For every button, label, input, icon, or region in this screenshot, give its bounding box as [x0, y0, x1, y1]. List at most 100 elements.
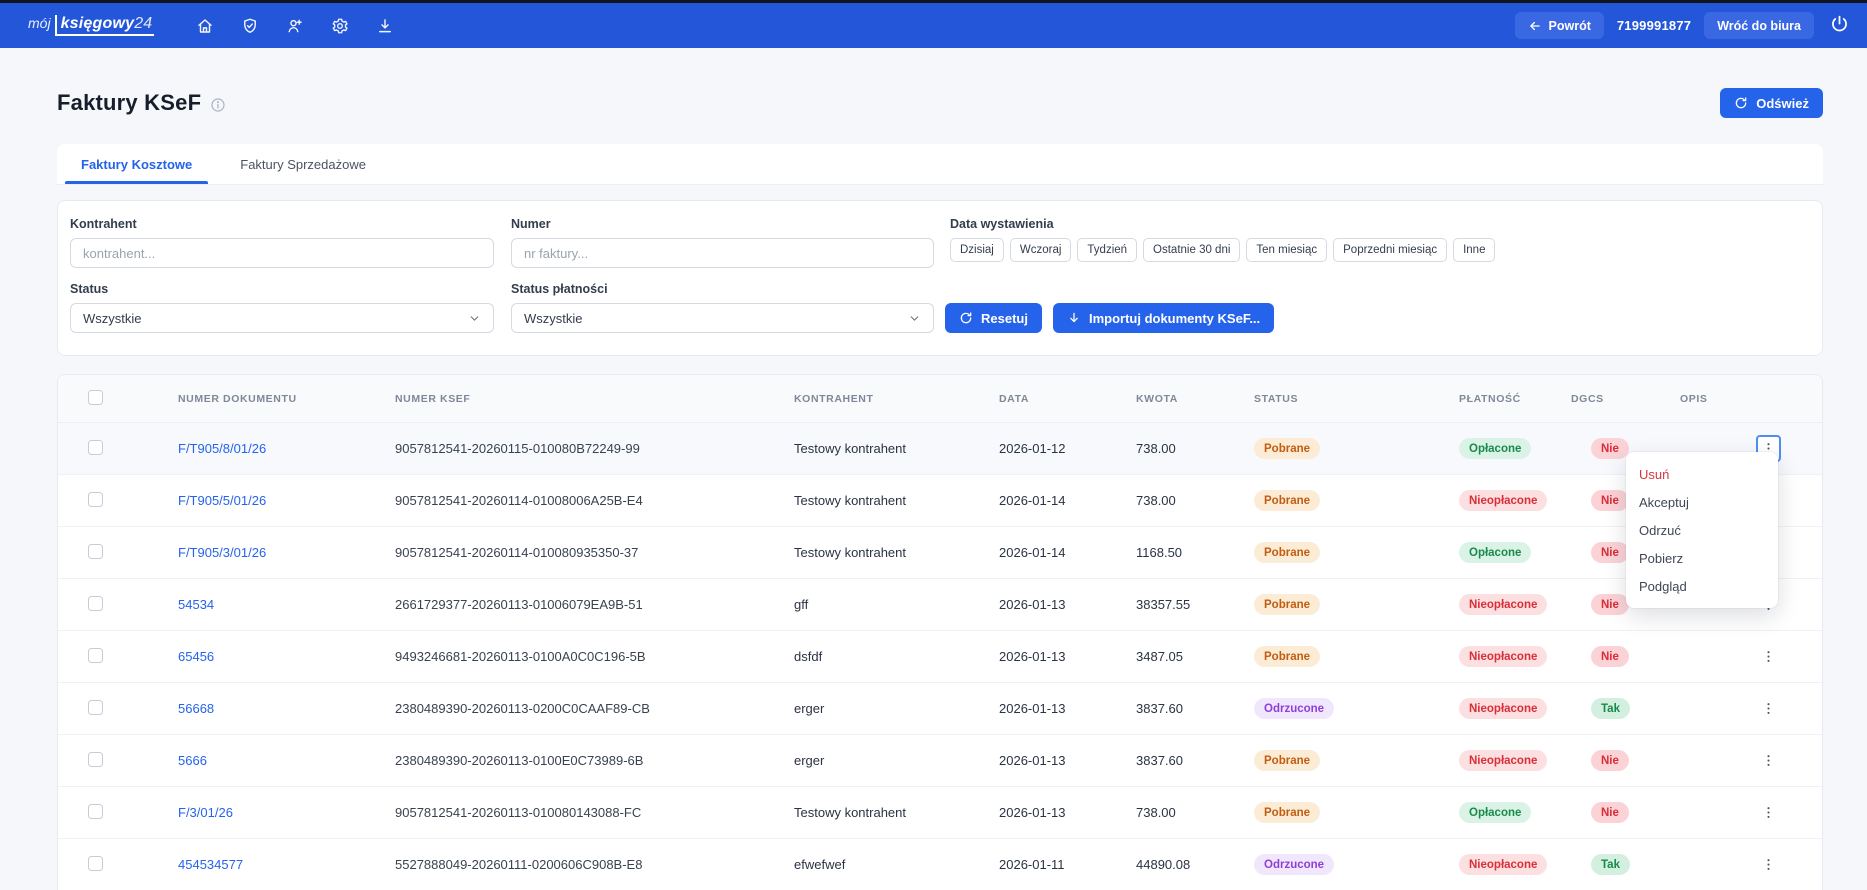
- status-badge: Pobrane: [1254, 750, 1320, 771]
- power-icon[interactable]: [1829, 14, 1853, 38]
- dgcs-badge: Nie: [1591, 542, 1629, 563]
- row-checkbox[interactable]: [88, 440, 103, 455]
- row-checkbox[interactable]: [88, 492, 103, 507]
- ksef-number: 9057812541-20260114-010080935350-37: [395, 545, 794, 560]
- reset-button[interactable]: Resetuj: [945, 303, 1042, 333]
- table-row: 56668 2380489390-20260113-0200C0CAAF89-C…: [58, 683, 1822, 735]
- document-number-link[interactable]: F/T905/3/01/26: [178, 545, 266, 560]
- ksef-number: 9057812541-20260114-01008006A25B-E4: [395, 493, 794, 508]
- date-cell: 2026-01-13: [999, 597, 1136, 612]
- menu-item-odrzu-[interactable]: Odrzuć: [1626, 516, 1778, 544]
- col-platnosc: PŁATNOŚĆ: [1459, 393, 1571, 405]
- document-number-link[interactable]: 54534: [178, 597, 214, 612]
- row-actions-kebab[interactable]: [1756, 695, 1781, 722]
- date-chip[interactable]: Wczoraj: [1010, 238, 1072, 262]
- date-cell: 2026-01-13: [999, 805, 1136, 820]
- col-kwota: KWOTA: [1136, 393, 1254, 405]
- document-number-link[interactable]: F/T905/5/01/26: [178, 493, 266, 508]
- refresh-icon: [1734, 96, 1748, 110]
- app-logo[interactable]: mójksięgowy24: [28, 15, 154, 36]
- kebab-icon: [1761, 753, 1776, 768]
- date-chip[interactable]: Inne: [1453, 238, 1495, 262]
- date-chip[interactable]: Ten miesiąc: [1246, 238, 1327, 262]
- table-row: F/T905/5/01/26 9057812541-20260114-01008…: [58, 475, 1822, 527]
- import-ksef-button[interactable]: Importuj dokumenty KSeF...: [1053, 303, 1274, 333]
- status-badge: Pobrane: [1254, 542, 1320, 563]
- user-plus-icon[interactable]: [280, 11, 310, 41]
- menu-item-podgl-d[interactable]: Podgląd: [1626, 572, 1778, 600]
- date-chip[interactable]: Tydzień: [1077, 238, 1137, 262]
- row-actions-kebab[interactable]: [1756, 851, 1781, 878]
- return-to-office-button[interactable]: Wróć do biura: [1704, 12, 1814, 39]
- row-checkbox[interactable]: [88, 544, 103, 559]
- status-select[interactable]: Wszystkie: [70, 303, 494, 333]
- row-actions-kebab[interactable]: [1756, 643, 1781, 670]
- col-numer-ksef: NUMER KSEF: [395, 393, 794, 405]
- ksef-number: 9057812541-20260113-010080143088-FC: [395, 805, 794, 820]
- kontrahent-cell: gff: [794, 597, 999, 612]
- numer-label: Numer: [511, 217, 934, 231]
- row-checkbox[interactable]: [88, 804, 103, 819]
- row-actions-kebab[interactable]: [1756, 799, 1781, 826]
- status-badge: Pobrane: [1254, 438, 1320, 459]
- date-chip[interactable]: Poprzedni miesiąc: [1333, 238, 1447, 262]
- payment-status-select[interactable]: Wszystkie: [511, 303, 934, 333]
- date-chip[interactable]: Ostatnie 30 dni: [1143, 238, 1240, 262]
- download-icon[interactable]: [370, 11, 400, 41]
- refresh-button[interactable]: Odśwież: [1720, 88, 1823, 118]
- amount-cell: 3487.05: [1136, 649, 1254, 664]
- kontrahent-input[interactable]: [70, 238, 494, 268]
- navbar-icon-group: [190, 11, 400, 41]
- date-issued-label: Data wystawienia: [950, 217, 1495, 231]
- kontrahent-cell: Testowy kontrahent: [794, 805, 999, 820]
- kontrahent-cell: Testowy kontrahent: [794, 441, 999, 456]
- payment-badge: Opłacone: [1459, 542, 1531, 563]
- row-checkbox[interactable]: [88, 752, 103, 767]
- dgcs-badge: Tak: [1591, 854, 1630, 875]
- menu-item-akceptuj[interactable]: Akceptuj: [1626, 488, 1778, 516]
- row-checkbox[interactable]: [88, 648, 103, 663]
- row-actions-kebab[interactable]: [1756, 747, 1781, 774]
- numer-input[interactable]: [511, 238, 934, 268]
- dgcs-badge: Tak: [1591, 698, 1630, 719]
- date-cell: 2026-01-13: [999, 649, 1136, 664]
- document-number-link[interactable]: 65456: [178, 649, 214, 664]
- payment-badge: Nieopłacone: [1459, 646, 1547, 667]
- back-button[interactable]: Powrót: [1515, 12, 1604, 39]
- status-badge: Odrzucone: [1254, 698, 1334, 719]
- date-chip[interactable]: Dzisiaj: [950, 238, 1004, 262]
- home-icon[interactable]: [190, 11, 220, 41]
- payment-status-select-value: Wszystkie: [524, 311, 583, 326]
- select-all-checkbox[interactable]: [88, 390, 103, 405]
- payment-badge: Nieopłacone: [1459, 750, 1547, 771]
- document-number-link[interactable]: 5666: [178, 753, 207, 768]
- row-checkbox[interactable]: [88, 596, 103, 611]
- table-header-row: NUMER DOKUMENTU NUMER KSEF KONTRAHENT DA…: [58, 375, 1822, 423]
- chevron-down-icon: [908, 312, 921, 325]
- arrow-left-icon: [1528, 19, 1542, 33]
- col-status: STATUS: [1254, 393, 1459, 405]
- arrow-down-icon: [1067, 311, 1081, 325]
- document-number-link[interactable]: F/3/01/26: [178, 805, 233, 820]
- amount-cell: 738.00: [1136, 493, 1254, 508]
- payment-badge: Opłacone: [1459, 438, 1531, 459]
- info-icon[interactable]: [210, 97, 226, 113]
- navbar-right-group: Powrót 7199991877 Wróć do biura: [1515, 12, 1853, 39]
- gear-icon[interactable]: [325, 11, 355, 41]
- document-number-link[interactable]: 56668: [178, 701, 214, 716]
- document-number-link[interactable]: F/T905/8/01/26: [178, 441, 266, 456]
- menu-item-pobierz[interactable]: Pobierz: [1626, 544, 1778, 572]
- row-checkbox[interactable]: [88, 700, 103, 715]
- tab-faktury-sprzedazowe[interactable]: Faktury Sprzedażowe: [216, 144, 390, 184]
- shield-check-icon[interactable]: [235, 11, 265, 41]
- menu-item-usu-[interactable]: Usuń: [1626, 460, 1778, 488]
- ksef-number: 9057812541-20260115-010080B72249-99: [395, 441, 794, 456]
- document-number-link[interactable]: 454534577: [178, 857, 243, 872]
- amount-cell: 3837.60: [1136, 753, 1254, 768]
- row-checkbox[interactable]: [88, 856, 103, 871]
- status-select-value: Wszystkie: [83, 311, 142, 326]
- tab-faktury-kosztowe[interactable]: Faktury Kosztowe: [57, 144, 216, 184]
- table-row: 65456 9493246681-20260113-0100A0C0C196-5…: [58, 631, 1822, 683]
- dgcs-badge: Nie: [1591, 750, 1629, 771]
- logo-prefix: mój: [28, 15, 55, 31]
